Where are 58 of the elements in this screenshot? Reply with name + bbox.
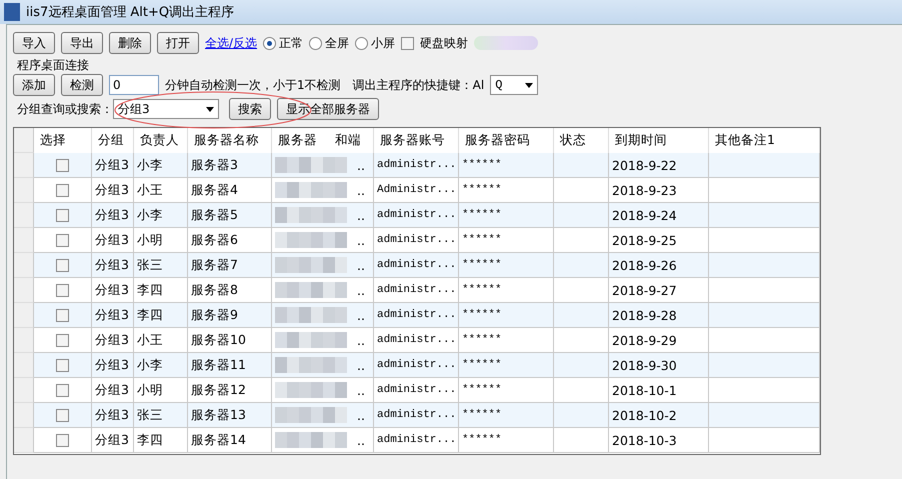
table-cell: .. (357, 332, 365, 348)
table-cell: 2018-10-3 (609, 428, 709, 453)
search-button[interactable]: 搜索 (229, 98, 271, 120)
group-title: 程序桌面连接 (16, 57, 90, 73)
interval-label: 分钟自动检测一次，小于1不检测 (165, 76, 341, 94)
action-button[interactable]: 添加 (13, 74, 55, 96)
row-checkbox[interactable] (56, 258, 69, 272)
toolbar-button[interactable]: 打开 (157, 32, 199, 54)
checkbox-label: 硬盘映射 (420, 34, 468, 52)
radio-button[interactable] (309, 36, 322, 50)
table-cell: .. (357, 158, 365, 172)
row-checkbox[interactable] (56, 208, 69, 222)
checkbox[interactable] (401, 36, 414, 50)
action-button[interactable]: 检测 (61, 74, 103, 96)
app-icon (4, 3, 20, 21)
table-cell: 李四 (134, 428, 188, 453)
show-all-button[interactable]: 显示全部服务器 (277, 98, 379, 120)
row-checkbox[interactable] (56, 358, 69, 372)
hotkey-dropdown[interactable]: Q (490, 75, 538, 95)
radio-label: 正常 (279, 34, 304, 52)
toolbar-button[interactable]: 导入 (13, 32, 55, 54)
radio-button[interactable] (355, 36, 368, 50)
row-checkbox[interactable] (56, 384, 69, 396)
radio-label: 全屏 (325, 34, 350, 52)
table-cell: 分组3 (92, 428, 134, 453)
table-cell: .. (357, 432, 365, 448)
blurred-patch (474, 36, 538, 50)
table-cell: .. (357, 358, 365, 372)
row-checkbox[interactable] (56, 434, 69, 446)
toolbar-button[interactable]: 导出 (61, 32, 103, 54)
row-checkbox[interactable] (56, 308, 69, 322)
row-checkbox[interactable] (56, 184, 69, 196)
interval-field[interactable]: 0 (109, 75, 159, 95)
table-cell: .. (357, 408, 365, 422)
window-title: iis7远程桌面管理 Alt+Q调出主程序 (26, 4, 234, 21)
table-cell: .. (357, 208, 365, 222)
radio-label: 小屏 (371, 34, 396, 52)
row-checkbox[interactable] (56, 158, 69, 172)
row-checkbox[interactable] (56, 234, 69, 246)
row-checkbox[interactable] (56, 408, 69, 422)
table-cell: .. (357, 282, 365, 298)
select-all-link[interactable]: 全选/反选 (205, 34, 258, 52)
table-cell: .. (357, 258, 365, 272)
table-cell: .. (357, 308, 365, 322)
search-dropdown[interactable]: 分组3 (113, 99, 219, 119)
search-label: 分组查询或搜索： (16, 100, 113, 118)
hotkey-label: 调出主程序的快捷键：Al (352, 76, 484, 94)
table-cell: .. (357, 382, 365, 398)
radio-button[interactable] (263, 36, 276, 50)
row-checkbox[interactable] (56, 284, 69, 296)
table-cell: ****** (459, 428, 554, 453)
table-cell: .. (357, 232, 365, 248)
table-cell: administr... (374, 428, 459, 453)
table-cell: .. (357, 182, 365, 198)
table-cell: 服务器14 (188, 428, 272, 453)
row-header (14, 128, 34, 153)
row-checkbox[interactable] (56, 334, 69, 346)
toolbar-button[interactable]: 删除 (109, 32, 151, 54)
